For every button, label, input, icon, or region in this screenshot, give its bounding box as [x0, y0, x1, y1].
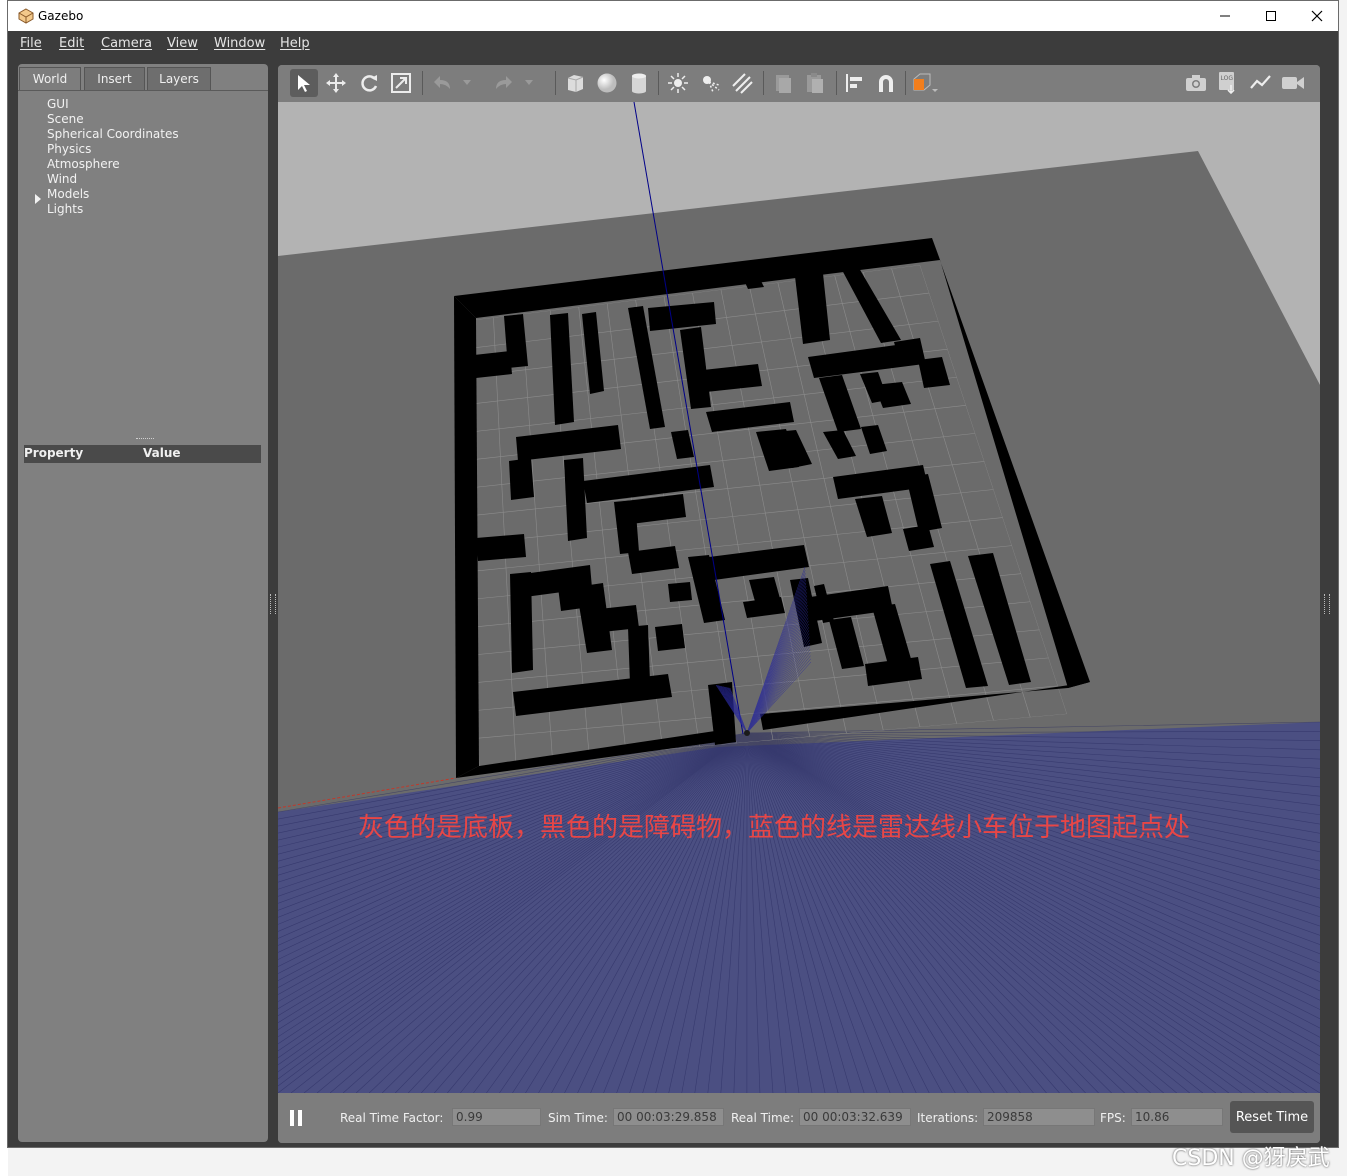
tree-item-lights[interactable]: Lights: [47, 202, 83, 216]
menu-help[interactable]: Help: [280, 36, 310, 51]
menu-camera[interactable]: Camera: [101, 36, 152, 51]
tab-world[interactable]: World: [19, 67, 81, 90]
toolbar-separator: [555, 71, 556, 95]
maze-wall: [509, 458, 534, 500]
maze-wall: [655, 624, 685, 651]
sim-time-label: Sim Time:: [548, 1111, 608, 1125]
real-time-factor-value: 0.99: [452, 1108, 541, 1126]
toolbar-separator: [905, 71, 906, 95]
left-panel: World Insert Layers GUI Scene Spherical …: [18, 64, 268, 1142]
directional-light-icon[interactable]: [728, 69, 756, 97]
maze-wall: [668, 582, 692, 602]
menu-bar: File Edit Camera View Window Help: [8, 31, 1338, 57]
real-time-factor-label: Real Time Factor:: [340, 1111, 444, 1125]
toolbar-separator: [658, 71, 659, 95]
point-light-icon[interactable]: [664, 69, 692, 97]
video-record-icon[interactable]: [1279, 69, 1307, 97]
undo-icon[interactable]: [428, 69, 456, 97]
toolbar-separator: [836, 71, 837, 95]
undo-history-chevron-icon[interactable]: [460, 69, 474, 97]
cylinder-icon[interactable]: [625, 69, 653, 97]
redo-icon[interactable]: [490, 69, 518, 97]
paste-icon[interactable]: [801, 69, 829, 97]
render-viewport[interactable]: LOG 灰色的是底板，黑色的是障碍物，蓝色的线是雷达线小车位于地图起点处 Rea…: [278, 65, 1320, 1143]
log-icon[interactable]: LOG: [1214, 69, 1242, 97]
maze-wall: [474, 351, 512, 378]
scene-annotation-text: 灰色的是底板，黑色的是障碍物，蓝色的线是雷达线小车位于地图起点处: [358, 813, 1191, 843]
tree-item-atmosphere[interactable]: Atmosphere: [47, 157, 120, 171]
maze-wall: [476, 534, 526, 561]
screenshot-icon[interactable]: [1182, 69, 1210, 97]
left-splitter-grip[interactable]: [270, 594, 276, 614]
menu-file[interactable]: File: [20, 36, 42, 51]
sphere-icon[interactable]: [593, 69, 621, 97]
real-time-label: Real Time:: [731, 1111, 795, 1125]
right-splitter-grip[interactable]: [1324, 594, 1330, 614]
property-table-header: Property Value: [24, 445, 261, 463]
menu-edit[interactable]: Edit: [59, 36, 84, 51]
menu-window[interactable]: Window: [214, 36, 265, 51]
iterations-label: Iterations:: [917, 1111, 979, 1125]
spot-light-icon[interactable]: [696, 69, 724, 97]
reset-time-button[interactable]: Reset Time: [1230, 1101, 1314, 1133]
select-arrow-icon[interactable]: [290, 69, 318, 97]
property-column-header: Property: [24, 446, 84, 460]
tab-layers[interactable]: Layers: [147, 67, 211, 90]
toolbar: LOG: [278, 65, 1320, 102]
tree-item-physics[interactable]: Physics: [47, 142, 91, 156]
fps-value: 10.86: [1131, 1108, 1223, 1126]
3d-scene[interactable]: [278, 102, 1320, 1093]
rotate-icon[interactable]: [355, 69, 383, 97]
tree-item-gui[interactable]: GUI: [47, 97, 69, 111]
status-bar: Real Time Factor: 0.99 Sim Time: 00 00:0…: [278, 1093, 1320, 1143]
real-time-value: 00 00:03:32.639: [799, 1108, 911, 1126]
box-icon[interactable]: [561, 69, 589, 97]
title-bar: Gazebo: [8, 1, 1338, 31]
copy-icon[interactable]: [769, 69, 797, 97]
tree-item-wind[interactable]: Wind: [47, 172, 77, 186]
window-title: Gazebo: [38, 9, 84, 23]
expand-arrow-icon[interactable]: [34, 189, 42, 208]
view-angle-icon[interactable]: [910, 69, 938, 97]
gazebo-window: Gazebo File Edit Camera View Window Help…: [7, 0, 1339, 1148]
translate-icon[interactable]: [322, 69, 350, 97]
csdn-watermark: CSDN @犽戾武: [1172, 1146, 1330, 1171]
align-icon[interactable]: [840, 69, 868, 97]
maze-wall: [628, 625, 650, 684]
sim-time-value: 00 00:03:29.858: [613, 1108, 724, 1126]
gazebo-app-icon: [18, 8, 34, 28]
pause-icon[interactable]: [289, 1109, 303, 1131]
scale-icon[interactable]: [387, 69, 415, 97]
iterations-value: 209858: [983, 1108, 1095, 1126]
toolbar-separator: [763, 71, 764, 95]
minimize-button[interactable]: [1202, 1, 1248, 31]
tree-item-spherical-coordinates[interactable]: Spherical Coordinates: [47, 127, 179, 141]
close-button[interactable]: [1294, 1, 1340, 31]
maximize-button[interactable]: [1248, 1, 1294, 31]
tab-insert[interactable]: Insert: [84, 67, 145, 90]
plot-icon[interactable]: [1247, 69, 1275, 97]
tree-item-models[interactable]: Models: [47, 187, 89, 201]
value-column-header: Value: [143, 446, 181, 460]
tree-item-scene[interactable]: Scene: [47, 112, 84, 126]
redo-history-chevron-icon[interactable]: [522, 69, 536, 97]
splitter-handle[interactable]: [136, 438, 154, 441]
maze-wall: [564, 458, 587, 541]
fps-label: FPS:: [1100, 1111, 1126, 1125]
toolbar-separator: [422, 71, 423, 95]
robot-car: [744, 730, 750, 736]
snap-icon[interactable]: [872, 69, 900, 97]
maze-wall: [510, 572, 533, 673]
tab-divider: [18, 90, 268, 91]
svg-text:LOG: LOG: [1221, 75, 1234, 82]
menu-view[interactable]: View: [167, 36, 198, 51]
